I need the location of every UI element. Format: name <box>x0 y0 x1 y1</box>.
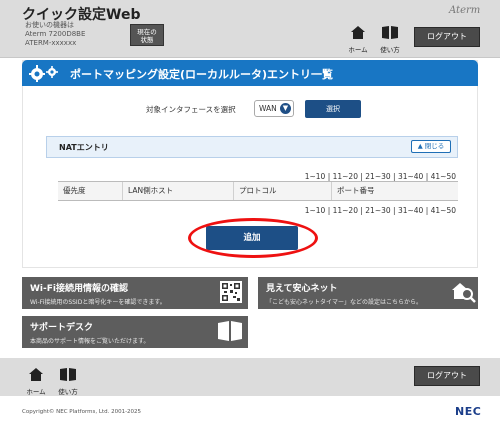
safety-tile-desc: 「こども安心ネットタイマー」などの設定はこちらから。 <box>266 299 423 306</box>
chevron-down-icon: ▼ <box>280 103 291 114</box>
copyright-text: Copyright© NEC Platforms, Ltd. 2001-2025 <box>22 409 142 415</box>
column-header: プロトコル <box>234 182 332 200</box>
nat-entry-header: NATエントリ ▲ 閉じる <box>46 136 458 158</box>
home-icon <box>351 26 365 39</box>
nat-entry-title: NATエントリ <box>59 143 109 152</box>
pager-link[interactable]: 41~50 <box>431 172 456 181</box>
model-line-2: Aterm 7200D8BE <box>25 30 86 38</box>
footer-guide-label: 使い方 <box>58 388 78 396</box>
model-info: お使いの機器は Aterm 7200D8BE ATERM-xxxxxx <box>25 21 85 48</box>
book-icon <box>218 321 242 341</box>
guide-button[interactable]: 使い方 <box>376 24 404 54</box>
support-tile-desc: 本商品のサポート情報をご覧いただけます。 <box>30 338 150 345</box>
home-button[interactable]: ホーム <box>344 24 372 54</box>
interface-label: 対象インタフェースを選択 <box>146 105 236 114</box>
select-button[interactable]: 選択 <box>305 100 361 118</box>
support-desk-tile[interactable]: サポートデスク 本商品のサポート情報をご覧いただけます。 <box>22 316 248 348</box>
interface-select[interactable]: WAN ▼ <box>254 100 294 117</box>
safety-net-tile[interactable]: 見えて安心ネット 「こども安心ネットタイマー」などの設定はこちらから。 <box>258 277 478 309</box>
nat-table-header: 優先度 LAN側ホスト プロトコル ポート番号 <box>58 181 458 201</box>
aterm-logo: Aterm <box>449 5 481 16</box>
wifi-info-tile[interactable]: Wi-Fi接続用情報の確認 Wi-Fi接続用のSSIDと暗号化キーを確認できます… <box>22 277 248 309</box>
status-button-line-2: 状態 <box>140 36 154 44</box>
pager-link[interactable]: 1~10 <box>305 206 326 215</box>
wifi-tile-desc: Wi-Fi接続用のSSIDと暗号化キーを確認できます。 <box>30 299 166 306</box>
status-button-line-1: 現在の <box>137 28 157 36</box>
current-status-button[interactable]: 現在の 状態 <box>130 24 164 46</box>
pager-link[interactable]: 21~30 <box>365 206 390 215</box>
model-line-3: ATERM-xxxxxx <box>25 39 77 47</box>
logout-button[interactable]: ログアウト <box>414 27 480 47</box>
footer-guide-button[interactable]: 使い方 <box>54 366 82 396</box>
add-button-highlight <box>188 218 318 258</box>
footer-logout-button[interactable]: ログアウト <box>414 366 480 386</box>
page-title-bar: ポートマッピング設定(ローカルルータ)エントリ一覧 <box>22 60 478 86</box>
nec-logo: NEC <box>455 405 482 418</box>
magnifier-house-icon <box>452 283 476 303</box>
guide-label: 使い方 <box>380 46 400 54</box>
page-title: ポートマッピング設定(ローカルルータ)エントリ一覧 <box>70 68 334 81</box>
footer-home-button[interactable]: ホーム <box>22 366 50 396</box>
column-header: 優先度 <box>58 182 123 200</box>
model-line-1: お使いの機器は <box>25 21 74 29</box>
chevron-up-icon: ▲ <box>417 142 423 150</box>
pager-link[interactable]: 11~20 <box>333 172 358 181</box>
pager-link[interactable]: 11~20 <box>333 206 358 215</box>
home-icon <box>29 368 43 381</box>
pager-link[interactable]: 21~30 <box>365 172 390 181</box>
pager-link[interactable]: 31~40 <box>398 172 423 181</box>
wifi-tile-title: Wi-Fi接続用情報の確認 <box>30 284 128 294</box>
gear-icon <box>29 65 58 82</box>
column-header: LAN側ホスト <box>123 182 234 200</box>
pager-bottom: 1~10 | 11~20 | 21~30 | 31~40 | 41~50 <box>304 206 456 215</box>
pager-link[interactable]: 41~50 <box>431 206 456 215</box>
qr-code-icon <box>220 281 242 303</box>
column-header: ポート番号 <box>337 186 375 195</box>
safety-tile-title: 見えて安心ネット <box>266 284 338 294</box>
pager-top: 1~10 | 11~20 | 21~30 | 31~40 | 41~50 <box>304 172 456 181</box>
close-button[interactable]: ▲ 閉じる <box>411 140 451 153</box>
pager-link[interactable]: 1~10 <box>305 172 326 181</box>
support-tile-title: サポートデスク <box>30 323 94 333</box>
interface-value: WAN <box>259 104 277 113</box>
home-label: ホーム <box>348 46 368 54</box>
book-icon <box>60 368 76 381</box>
footer-home-label: ホーム <box>26 388 46 396</box>
pager-link[interactable]: 31~40 <box>398 206 423 215</box>
book-icon <box>382 26 398 39</box>
close-label: 閉じる <box>424 142 445 150</box>
